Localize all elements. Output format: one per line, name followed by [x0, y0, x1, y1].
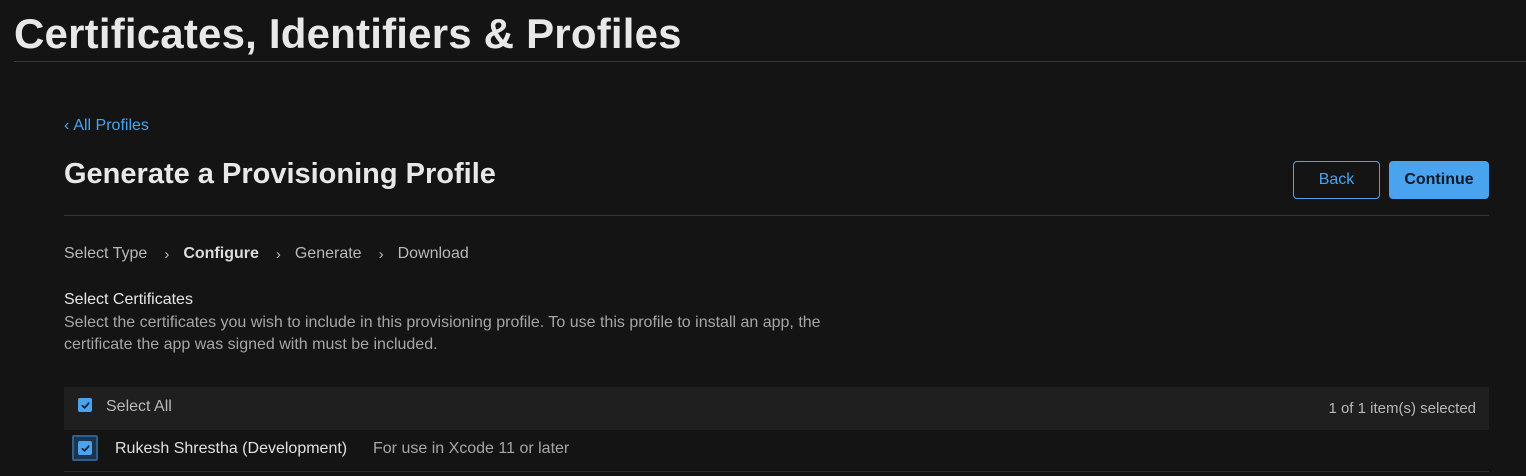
page-header-title: Certificates, Identifiers & Profiles [14, 10, 682, 57]
checkmark-icon [81, 444, 90, 452]
page: Certificates, Identifiers & Profiles ‹ A… [0, 0, 1526, 476]
header-divider [14, 61, 1526, 62]
certificates-table-header: Select All 1 of 1 item(s) selected [64, 387, 1489, 430]
continue-button[interactable]: Continue [1389, 161, 1489, 199]
certificate-checkbox[interactable] [78, 441, 92, 455]
step-generate: Generate [294, 245, 362, 262]
all-profiles-link-label: All Profiles [73, 117, 149, 134]
back-button[interactable]: Back [1293, 161, 1380, 199]
certificate-note: For use in Xcode 11 or later [373, 440, 570, 457]
table-row: Rukesh Shrestha (Development) For use in… [64, 430, 1489, 472]
step-breadcrumb: Select Type › Configure › Generate › Dow… [64, 243, 469, 265]
selection-count: 1 of 1 item(s) selected [1328, 400, 1476, 417]
select-all-checkbox[interactable] [78, 398, 92, 412]
select-certificates-description: Select the certificates you wish to incl… [64, 314, 821, 353]
chevron-right-icon: › [164, 245, 170, 263]
checkmark-icon [81, 401, 90, 409]
step-download: Download [397, 245, 469, 262]
all-profiles-link[interactable]: ‹ All Profiles [64, 117, 149, 135]
certificate-name: Rukesh Shrestha (Development) [115, 440, 348, 457]
step-configure: Configure [183, 245, 259, 262]
chevron-right-icon: › [275, 245, 281, 263]
page-title: Generate a Provisioning Profile [64, 158, 496, 190]
chevron-right-icon: › [378, 245, 384, 263]
section-divider [64, 215, 1489, 216]
select-certificates-title: Select Certificates [64, 291, 193, 308]
step-select-type: Select Type [64, 245, 148, 262]
certificate-checkbox-focus-ring [72, 435, 98, 461]
chevron-left-icon: ‹ [64, 117, 70, 134]
select-all-label: Select All [106, 398, 172, 415]
